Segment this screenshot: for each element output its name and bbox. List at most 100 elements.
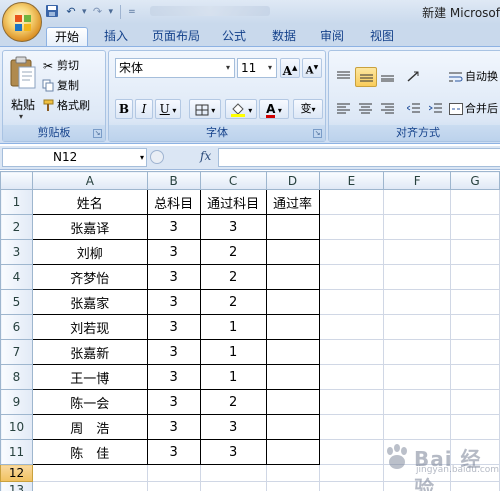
row-header[interactable]: 7 [0, 339, 33, 365]
row-header-selected[interactable]: 12 [0, 464, 33, 482]
orientation-button[interactable] [403, 67, 431, 87]
cell[interactable] [383, 264, 452, 290]
cell[interactable] [383, 389, 452, 415]
cell-passed[interactable]: 3 [199, 439, 267, 465]
cell[interactable] [450, 289, 500, 315]
align-bottom-button[interactable] [377, 67, 399, 87]
cell-rate[interactable] [265, 239, 320, 265]
tab-insert[interactable]: 插入 [96, 27, 136, 46]
cell[interactable] [383, 364, 452, 390]
save-icon[interactable] [44, 4, 60, 20]
cell[interactable] [318, 414, 385, 440]
cell-total[interactable]: 3 [146, 239, 201, 265]
cell[interactable] [146, 464, 201, 482]
name-box[interactable]: N12 ▾ [2, 148, 147, 167]
header-cell-name[interactable]: 姓名 [31, 189, 148, 215]
cell-name[interactable]: 陈 佳 [31, 439, 148, 465]
cell[interactable] [383, 214, 452, 240]
cell[interactable] [31, 481, 148, 491]
cell[interactable] [318, 289, 385, 315]
row-header[interactable]: 3 [0, 239, 33, 265]
cell-passed[interactable]: 2 [199, 239, 267, 265]
tab-page-layout[interactable]: 页面布局 [146, 27, 206, 46]
font-name-combobox[interactable]: 宋体 ▾ [115, 58, 235, 78]
font-color-button[interactable]: A ▾ [259, 99, 289, 119]
cell-rate[interactable] [265, 214, 320, 240]
row-header[interactable]: 8 [0, 364, 33, 390]
expand-formula-icon[interactable] [150, 150, 164, 164]
cell[interactable] [383, 414, 452, 440]
cell[interactable] [383, 189, 452, 215]
cell[interactable] [318, 214, 385, 240]
column-header-b[interactable]: B [146, 171, 201, 190]
row-header[interactable]: 10 [0, 414, 33, 440]
cell[interactable] [265, 481, 320, 491]
paste-button[interactable]: 粘贴 [7, 96, 39, 113]
cell[interactable] [450, 414, 500, 440]
cell[interactable] [265, 464, 320, 482]
copy-button[interactable]: 复制 [41, 77, 79, 95]
cell[interactable] [318, 464, 385, 482]
align-top-button[interactable] [333, 67, 355, 87]
cell-rate[interactable] [265, 314, 320, 340]
cell-total[interactable]: 3 [146, 389, 201, 415]
cell-name[interactable]: 刘柳 [31, 239, 148, 265]
format-painter-button[interactable]: 格式刷 [41, 97, 90, 115]
cell-passed[interactable]: 1 [199, 339, 267, 365]
cell[interactable] [31, 464, 148, 482]
cell[interactable] [450, 214, 500, 240]
insert-function-icon[interactable]: fx [200, 149, 211, 163]
cell[interactable] [318, 264, 385, 290]
cell[interactable] [318, 481, 385, 491]
row-header[interactable]: 9 [0, 389, 33, 415]
cell-total[interactable]: 3 [146, 214, 201, 240]
clipboard-launcher-icon[interactable]: ↘ [93, 129, 102, 138]
cell[interactable] [450, 189, 500, 215]
tab-view[interactable]: 视图 [362, 27, 402, 46]
header-cell-rate[interactable]: 通过率 [265, 189, 320, 215]
cell[interactable] [383, 239, 452, 265]
row-header[interactable]: 11 [0, 439, 33, 465]
paste-dropdown-icon[interactable]: ▾ [19, 112, 23, 121]
cell[interactable] [318, 389, 385, 415]
cell-total[interactable]: 3 [146, 264, 201, 290]
merge-center-button[interactable]: 合并后 [449, 100, 498, 118]
cell[interactable] [450, 239, 500, 265]
cell-rate[interactable] [265, 364, 320, 390]
cell-name[interactable]: 刘若现 [31, 314, 148, 340]
cell[interactable] [383, 289, 452, 315]
cell[interactable] [318, 339, 385, 365]
cell[interactable] [450, 389, 500, 415]
underline-button[interactable]: U ▾ [155, 99, 181, 119]
cell[interactable] [450, 314, 500, 340]
cell-name[interactable]: 陈一会 [31, 389, 148, 415]
row-header[interactable]: 5 [0, 289, 33, 315]
cell[interactable] [146, 481, 201, 491]
align-right-button[interactable] [377, 99, 399, 119]
cell-name[interactable]: 周 浩 [31, 414, 148, 440]
cell-rate[interactable] [265, 289, 320, 315]
cell-rate[interactable] [265, 414, 320, 440]
font-name-dropdown-icon[interactable]: ▾ [222, 59, 234, 77]
row-header[interactable]: 1 [0, 189, 33, 215]
decrease-indent-button[interactable] [403, 99, 425, 119]
cell[interactable] [199, 481, 267, 491]
cell-rate[interactable] [265, 439, 320, 465]
cell-total[interactable]: 3 [146, 314, 201, 340]
cell-passed[interactable]: 3 [199, 214, 267, 240]
cell[interactable] [383, 339, 452, 365]
cell-passed[interactable]: 2 [199, 264, 267, 290]
cell-rate[interactable] [265, 264, 320, 290]
cut-button[interactable]: ✂ 剪切 [41, 57, 79, 75]
cell[interactable] [318, 239, 385, 265]
tab-review[interactable]: 审阅 [312, 27, 352, 46]
italic-button[interactable]: I [135, 99, 153, 119]
font-launcher-icon[interactable]: ↘ [313, 129, 322, 138]
increase-indent-button[interactable] [425, 99, 447, 119]
tab-formulas[interactable]: 公式 [214, 27, 254, 46]
font-size-dropdown-icon[interactable]: ▾ [264, 59, 276, 77]
column-header-f[interactable]: F [383, 171, 452, 190]
cell-total[interactable]: 3 [146, 414, 201, 440]
grow-font-button[interactable]: A▲ [280, 58, 300, 78]
cell-total[interactable]: 3 [146, 439, 201, 465]
